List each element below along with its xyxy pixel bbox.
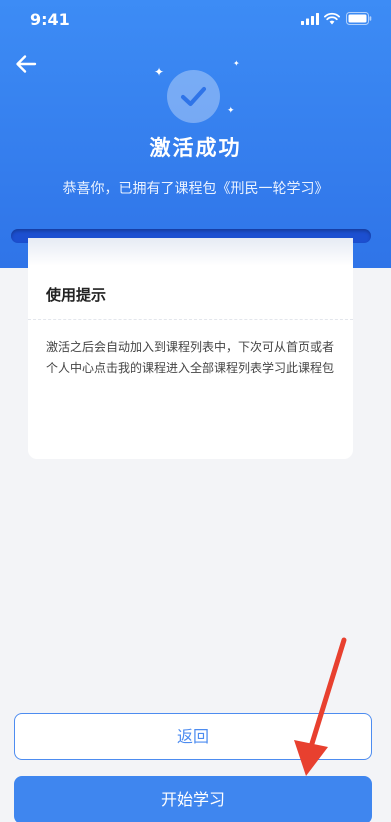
red-arrow-pointer-icon <box>294 637 347 776</box>
check-icon <box>180 86 207 107</box>
sparkle-icon: ✦ <box>154 65 165 79</box>
tips-body: 激活之后会自动加入到课程列表中，下次可从首页或者个人中心点击我的课程进入全部课程… <box>46 340 335 375</box>
sparkle-icon: ✦ <box>233 59 240 68</box>
wifi-icon <box>324 12 340 25</box>
card-shadow <box>28 238 353 266</box>
tips-title: 使用提示 <box>46 286 107 304</box>
success-subtitle: 恭喜你，已拥有了课程包《刑民一轮学习》 <box>62 181 329 197</box>
battery-icon <box>346 12 372 25</box>
tips-card: 使用提示 激活之后会自动加入到课程列表中，下次可从首页或者个人中心点击我的课程进… <box>28 238 353 459</box>
signal-icon <box>301 13 319 25</box>
status-time: 9:41 <box>30 10 70 29</box>
divider <box>28 319 353 320</box>
success-title: 激活成功 <box>149 136 242 160</box>
start-study-button[interactable]: 开始学习 <box>14 776 372 822</box>
back-arrow-icon[interactable] <box>12 50 40 78</box>
success-badge <box>167 70 220 123</box>
sparkle-icon: ✦ <box>227 106 235 116</box>
status-bar: 9:41 <box>0 0 391 40</box>
